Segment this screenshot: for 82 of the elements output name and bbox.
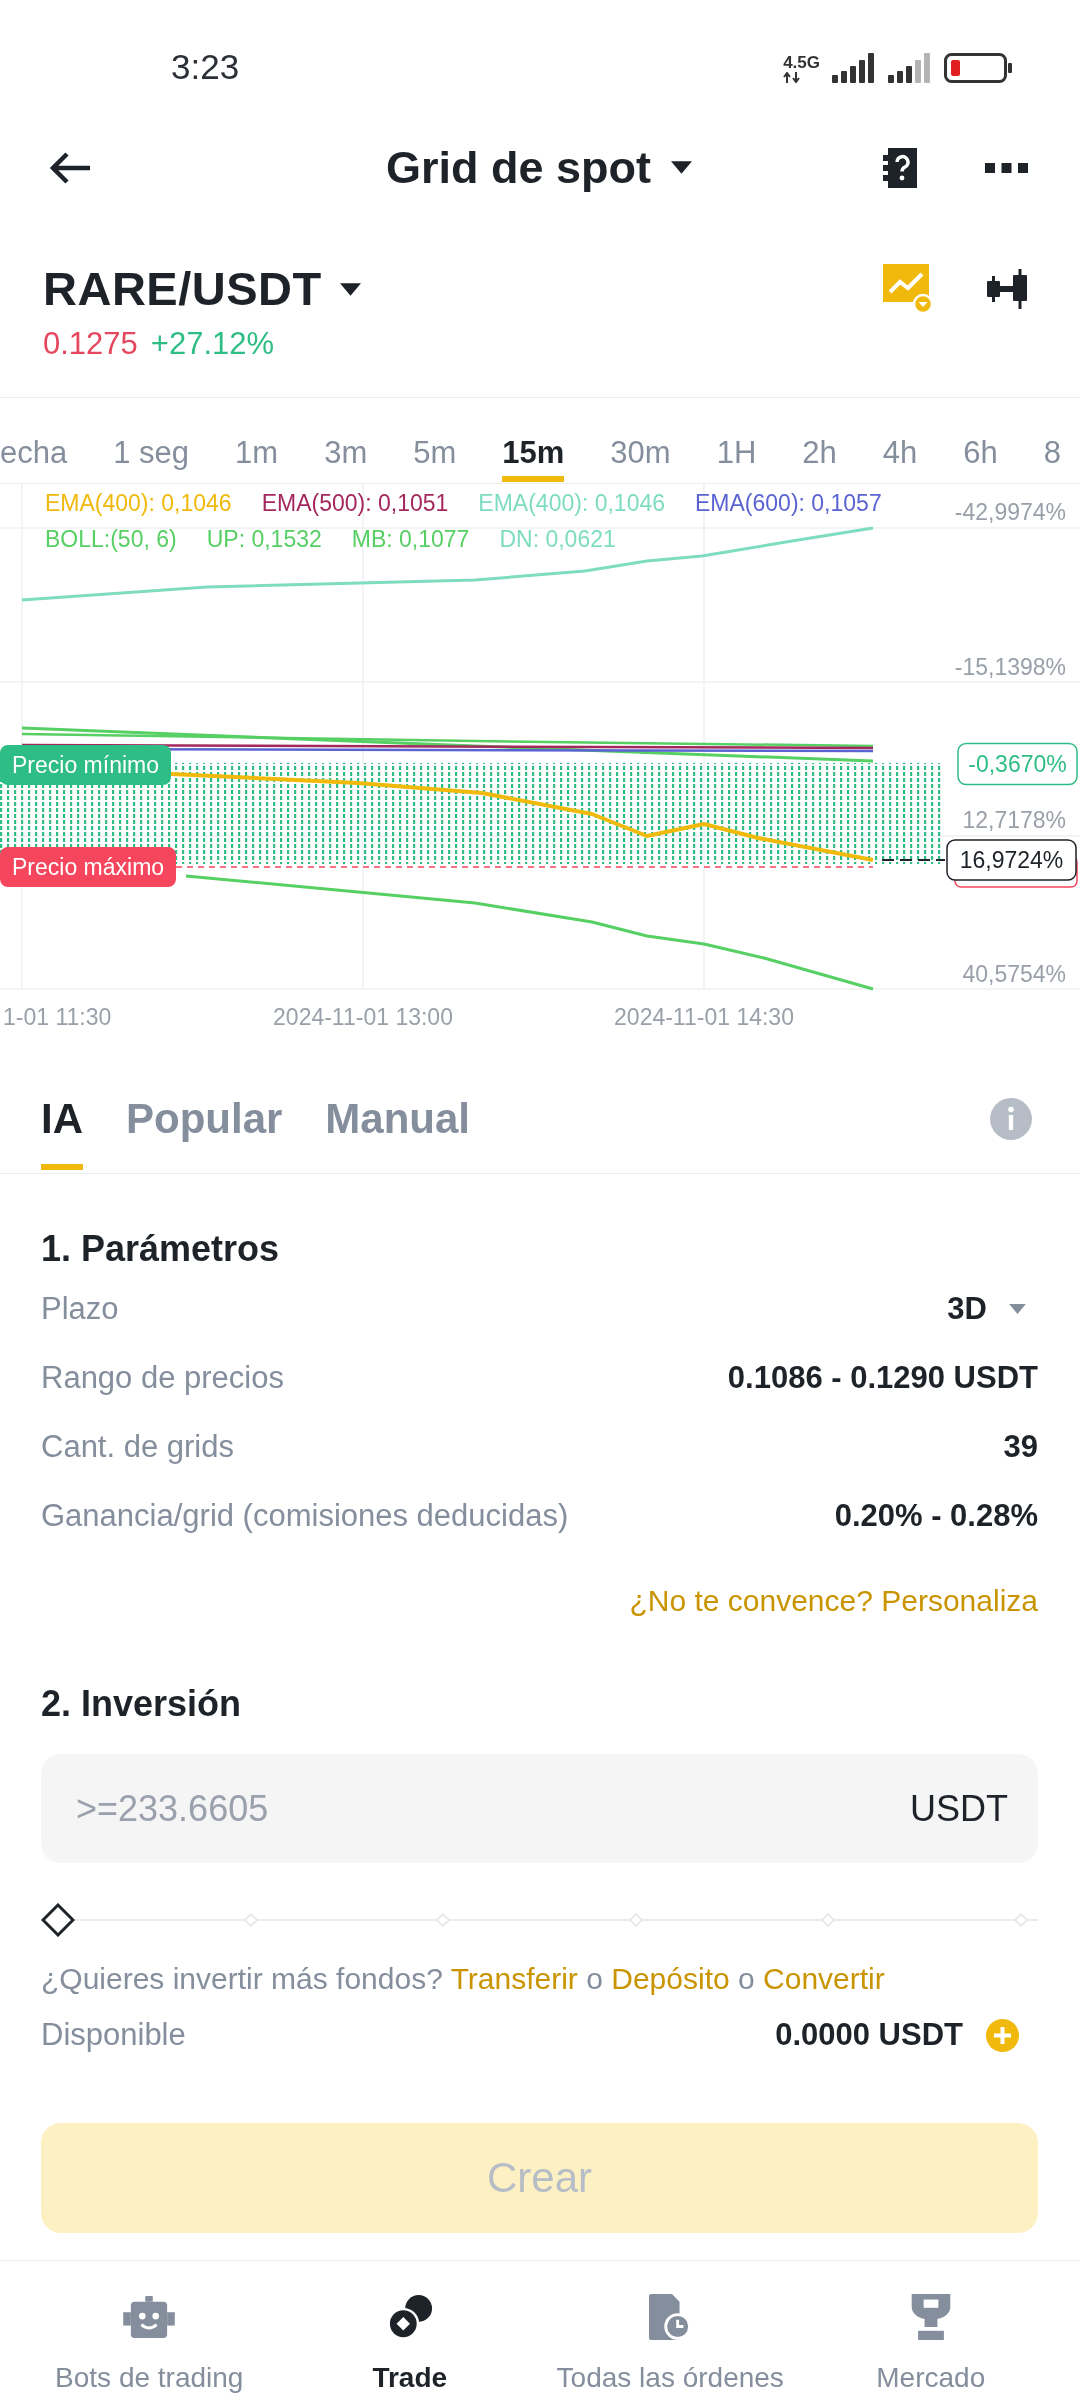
step-marker-icon (243, 1913, 258, 1927)
timeframe-tab[interactable]: 5m (413, 398, 457, 482)
customize-link[interactable]: ¿No te convence? Personaliza (629, 1581, 1038, 1621)
battery-icon (944, 53, 1012, 83)
robot-icon (122, 2296, 177, 2338)
price-marker: Precio mínimo (0, 745, 171, 785)
price-change: +27.12% (150, 325, 275, 363)
more-icon[interactable] (985, 162, 1028, 173)
available-value: 0.0000 USDT (775, 2017, 963, 2053)
network-label: 4.5G (783, 55, 820, 71)
indicator-legend: MB: 0,1077 (351, 525, 470, 553)
timeframe-tab[interactable]: 1m (235, 398, 279, 482)
indicator-legend: EMA(500): 0,1051 (261, 489, 449, 517)
axis-label: 12,7178% (962, 807, 1066, 833)
caret-icon (1009, 1303, 1026, 1314)
axis-label: -15,1398% (954, 654, 1066, 680)
timeframe-tab[interactable]: 6h (963, 398, 998, 482)
strategy-tab[interactable]: IA (41, 1044, 83, 1170)
signal-icon (888, 53, 932, 83)
trophy-icon (910, 2294, 951, 2340)
help-document-icon[interactable] (883, 147, 919, 188)
timeframe-tab[interactable]: 1H (716, 398, 757, 482)
nav-tab[interactable]: Trade (279, 2261, 540, 2400)
timeframe-tab[interactable]: 4h (882, 398, 918, 482)
indicator-legend: UP: 0,1532 (206, 525, 322, 553)
strategy-tab[interactable]: Manual (325, 1044, 471, 1170)
signal-icon (832, 53, 876, 83)
inline-link[interactable]: Transferir (450, 1962, 578, 1995)
indicator-legend: EMA(600): 0,1057 (695, 489, 882, 517)
status-time: 3:23 (171, 46, 240, 88)
pair-dropdown[interactable]: RARE/USDT (43, 261, 361, 317)
param-label: Plazo (41, 1290, 119, 1327)
time-label: 2024-11-01 13:00 (273, 1004, 453, 1030)
percent-tag: -0,3670% (957, 742, 1078, 786)
data-arrows-icon (783, 72, 802, 83)
param-value: 0.20% - 0.28% (834, 1497, 1038, 1534)
timeframe-tab[interactable]: echa (0, 398, 68, 482)
timeframe-tab[interactable]: 1 seg (113, 398, 190, 482)
timeframe-tab[interactable]: 2h (802, 398, 837, 482)
timeframe-tab[interactable]: 3m (324, 398, 368, 482)
step-marker-icon (821, 1913, 836, 1927)
indicator-legend: EMA(400): 0,1046 (478, 489, 665, 517)
timeframe-tab[interactable]: 8 (1043, 398, 1061, 482)
document-clock-icon (649, 2294, 692, 2340)
title-dropdown[interactable]: Grid de spot (386, 140, 692, 195)
nav-tab[interactable]: Todas las órdenes (540, 2261, 801, 2400)
param-label: Cant. de grids (41, 1428, 234, 1465)
term-dropdown[interactable]: 3D (947, 1290, 1038, 1327)
step-marker-icon (436, 1913, 451, 1927)
step-marker-icon (1014, 1913, 1028, 1927)
indicator-legend: BOLL:(50, 6) (45, 525, 177, 553)
param-label: Rango de precios (41, 1359, 284, 1396)
param-value: 39 (1003, 1428, 1038, 1465)
section-title: 2. Inversión (41, 1682, 243, 1726)
nav-tab[interactable]: Mercado (800, 2261, 1061, 2400)
timeframe-tab[interactable]: 15m (502, 398, 565, 482)
param-label: Ganancia/grid (comisiones deducidas) (41, 1497, 569, 1534)
caret-icon (339, 282, 361, 296)
time-label: 1-01 11:30 (3, 1004, 112, 1030)
price-value: 0.1275 (43, 325, 138, 363)
inline-link[interactable]: Depósito (611, 1962, 730, 1995)
indicator-legend: EMA(400): 0,1046 (45, 489, 232, 517)
param-value: 0.1086 - 0.1290 USDT (727, 1359, 1038, 1396)
step-marker-icon (628, 1913, 643, 1927)
funding-prompt: ¿Quieres invertir más fondos? Transferir o Depósito o Convertir (41, 1961, 886, 1997)
indicator-legend: DN: 0,0621 (499, 525, 616, 553)
back-icon[interactable] (50, 151, 90, 184)
strategy-tab[interactable]: Popular (126, 1044, 283, 1170)
available-label: Disponible (41, 2017, 186, 2053)
inline-link[interactable]: Convertir (763, 1962, 885, 1995)
axis-label: 40,5754% (962, 961, 1066, 987)
timeframe-tab[interactable]: 30m (610, 398, 671, 482)
coins-icon (386, 2294, 433, 2340)
slider-thumb[interactable] (41, 1903, 75, 1937)
caret-icon (671, 161, 692, 174)
time-label: 2024-11-01 14:30 (614, 1004, 794, 1030)
section-title: 1. Parámetros (41, 1227, 281, 1271)
nav-tab[interactable]: Bots de trading (19, 2261, 280, 2400)
unit-label: USDT (910, 1787, 1008, 1830)
axis-label: -42,9974% (954, 499, 1066, 525)
price-marker: Precio máximo (0, 847, 177, 887)
last-price-line (881, 859, 946, 861)
